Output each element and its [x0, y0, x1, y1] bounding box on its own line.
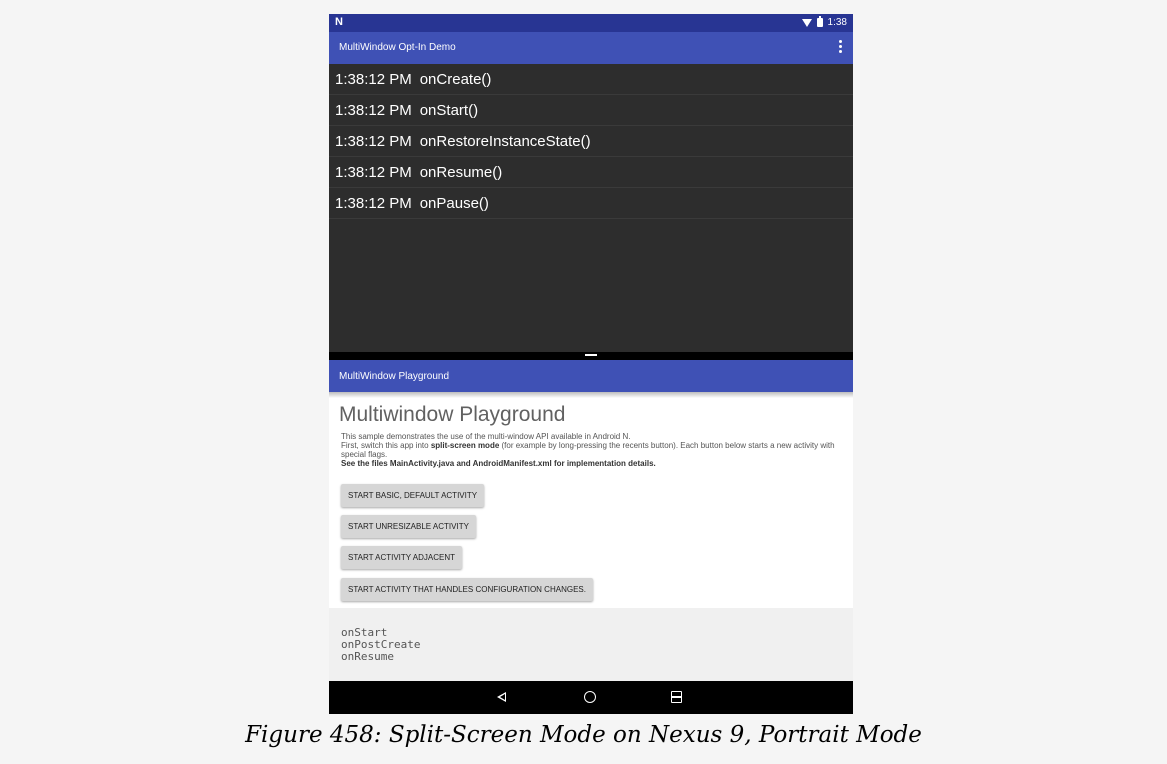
log-event: onRestoreInstanceState() [419, 132, 591, 150]
log-row: 1:38:12 PM onPause() [329, 188, 853, 219]
console-line: onResume [341, 650, 394, 663]
navigation-bar [329, 681, 853, 714]
desc-text: First, switch this app into [341, 441, 431, 450]
console-line: onPostCreate [341, 638, 421, 651]
android-n-logo: N [335, 16, 343, 28]
log-row: 1:38:12 PM onRestoreInstanceState() [329, 126, 853, 157]
console-output: onStart onPostCreate onResume [329, 608, 853, 681]
recents-icon[interactable] [671, 691, 682, 703]
log-row: 1:38:12 PM onStart() [329, 95, 853, 126]
log-time: 1:38:12 PM [335, 163, 412, 181]
start-activity-adjacent-button[interactable]: START ACTIVITY ADJACENT [341, 546, 462, 569]
tablet-screen: N 1:38 MultiWindow Opt-In Demo 1:38:12 P… [329, 14, 853, 714]
home-icon[interactable] [584, 691, 596, 703]
start-unresizable-activity-button[interactable]: START UNRESIZABLE ACTIVITY [341, 515, 476, 538]
split-screen-divider[interactable] [329, 352, 853, 360]
top-app-bar: MultiWindow Opt-In Demo [329, 32, 853, 64]
figure-caption: Figure 458: Split-Screen Mode on Nexus 9… [245, 722, 922, 748]
status-time: 1:38 [827, 17, 847, 28]
playground-heading: Multiwindow Playground [339, 403, 566, 426]
battery-icon [816, 16, 823, 27]
bottom-app-title: MultiWindow Playground [339, 371, 450, 382]
log-time: 1:38:12 PM [335, 132, 412, 150]
desc-line-1: This sample demonstrates the use of the … [341, 432, 631, 441]
log-row: 1:38:12 PM onResume() [329, 157, 853, 188]
status-bar: N 1:38 [329, 14, 853, 32]
playground-description: This sample demonstrates the use of the … [341, 432, 841, 468]
log-time: 1:38:12 PM [335, 70, 412, 88]
log-event: onStart() [419, 101, 479, 119]
desc-line-2: First, switch this app into split-screen… [341, 441, 841, 459]
wifi-icon [801, 18, 812, 27]
playground-content: Multiwindow Playground This sample demon… [329, 398, 853, 608]
log-time: 1:38:12 PM [335, 101, 412, 119]
log-row: 1:38:12 PM onCreate() [329, 64, 853, 95]
desc-bold-text: split-screen mode [430, 441, 500, 450]
back-icon[interactable] [497, 692, 506, 702]
bottom-app-bar: MultiWindow Playground [329, 360, 853, 392]
top-app-title: MultiWindow Opt-In Demo [339, 42, 456, 53]
divider-handle[interactable] [585, 354, 597, 356]
desc-line-3: See the files MainActivity.java and Andr… [341, 459, 841, 468]
log-event: onPause() [419, 194, 489, 212]
log-time: 1:38:12 PM [335, 194, 412, 212]
start-config-activity-button[interactable]: START ACTIVITY THAT HANDLES CONFIGURATIO… [341, 578, 593, 601]
desc-bold-text: See the files MainActivity.java and Andr… [341, 459, 656, 468]
log-event: onResume() [419, 163, 503, 181]
lifecycle-log-list[interactable]: 1:38:12 PM onCreate() 1:38:12 PM onStart… [329, 64, 853, 352]
start-basic-activity-button[interactable]: START BASIC, DEFAULT ACTIVITY [341, 484, 485, 507]
overflow-menu-icon[interactable] [839, 40, 843, 54]
log-event: onCreate() [419, 70, 492, 88]
